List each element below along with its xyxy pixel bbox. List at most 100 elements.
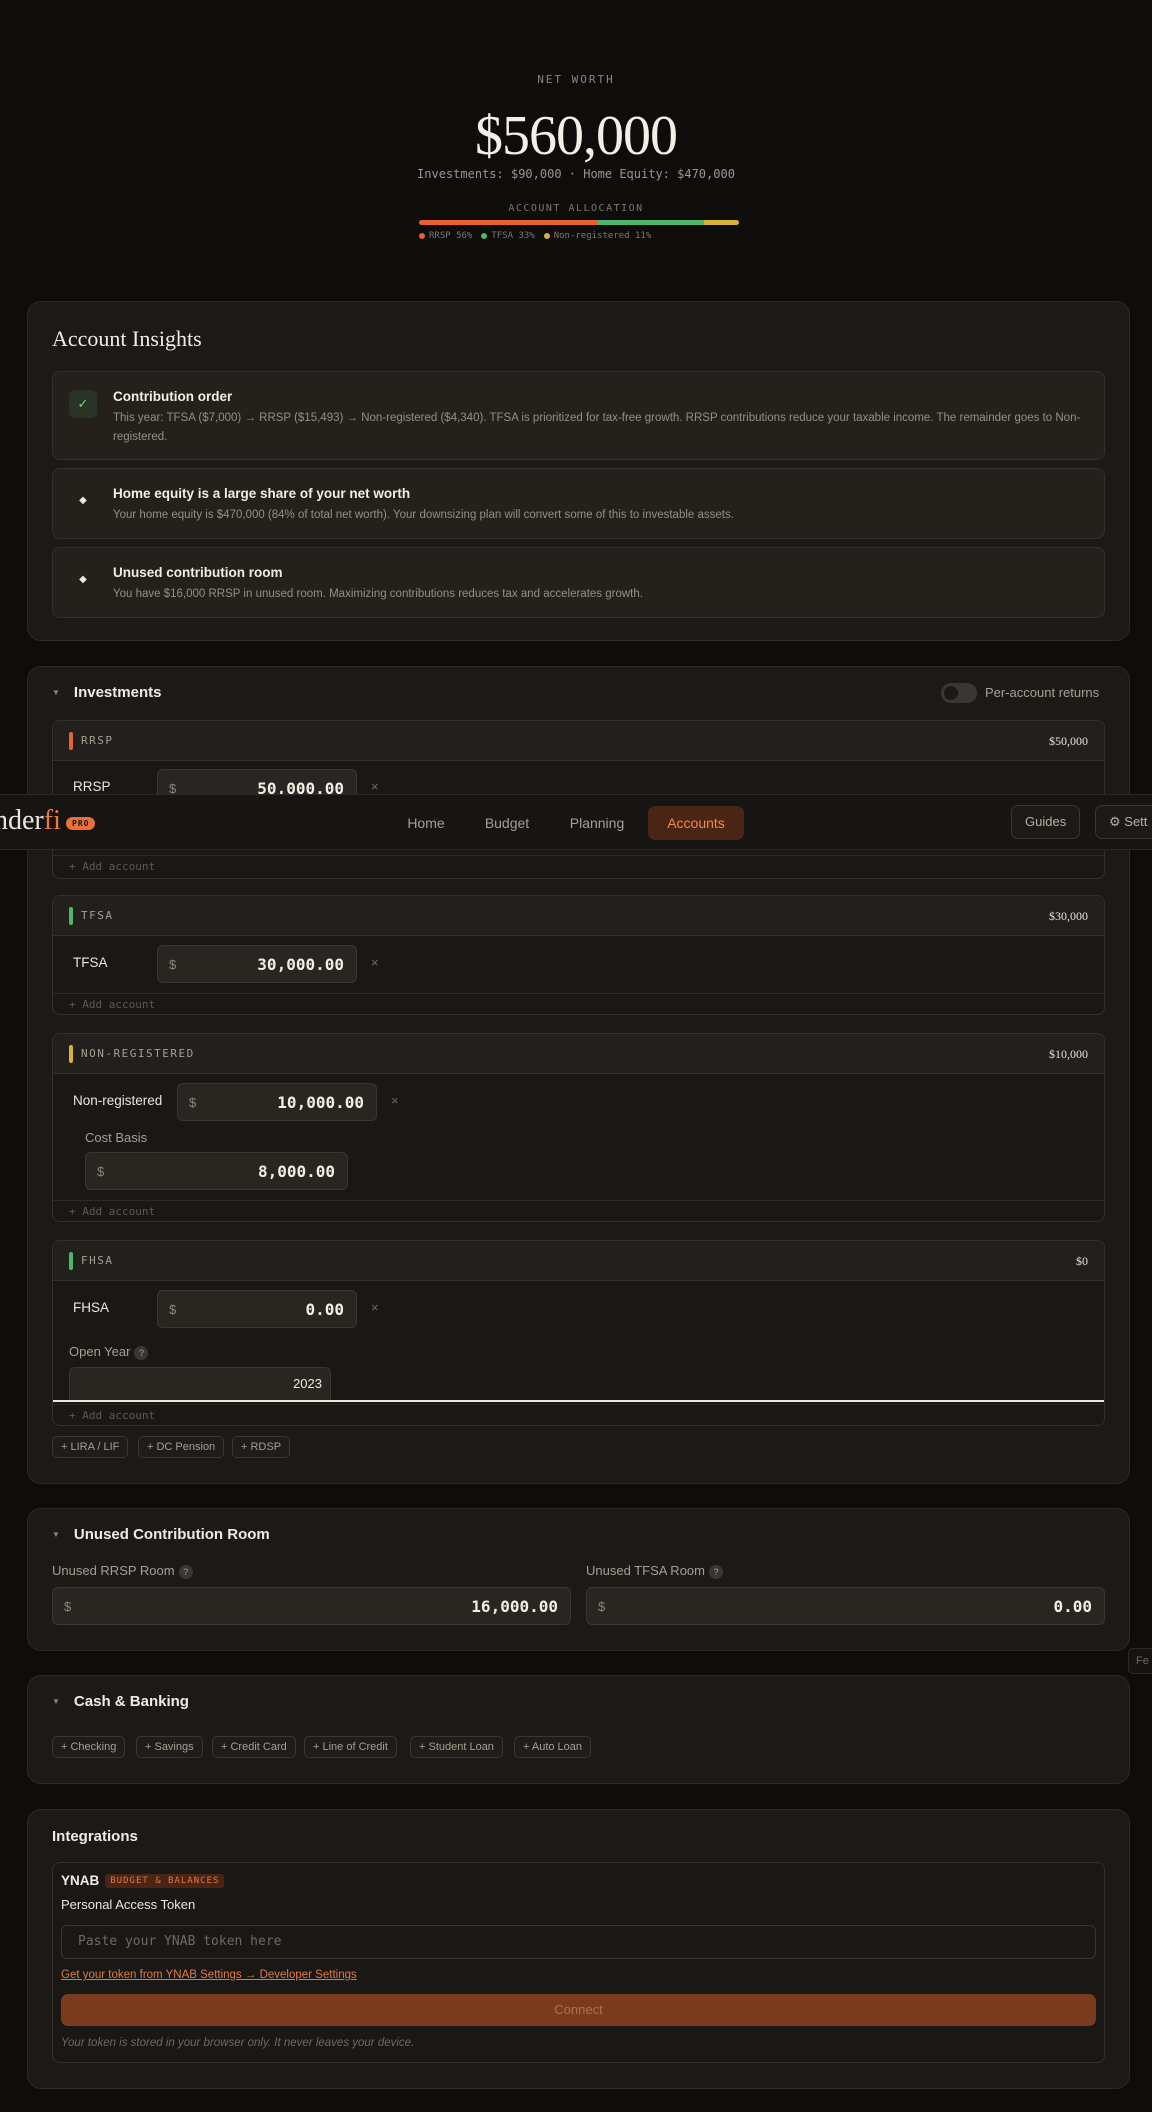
allocation-legend-item: TFSA 33% bbox=[481, 231, 535, 241]
settings-button[interactable]: ⚙ Sett bbox=[1095, 805, 1152, 839]
ynab-name: YNAB bbox=[61, 1873, 100, 1888]
open-year-label-row: Open Year? bbox=[69, 1344, 149, 1360]
add-checking-button[interactable]: + Checking bbox=[52, 1736, 126, 1758]
diamond-icon: ◆ bbox=[79, 495, 87, 506]
open-year-dropdown-edge bbox=[53, 1400, 1104, 1402]
insight-text: This year: TFSA ($7,000) → RRSP ($15,493… bbox=[113, 412, 1081, 443]
net-worth-breakdown: Investments: $90,000 · Home Equity: $470… bbox=[417, 167, 735, 181]
integrations-panel: Integrations YNAB BUDGET & BALANCES Perso… bbox=[27, 1809, 1130, 2089]
nav-planning[interactable]: Planning bbox=[560, 806, 634, 840]
insight-title: Contribution order bbox=[113, 389, 233, 404]
unused-room-header[interactable]: ▼ Unused Contribution Room bbox=[52, 1526, 270, 1544]
currency-symbol: $ bbox=[598, 1599, 606, 1614]
ynab-header: YNAB BUDGET & BALANCES bbox=[61, 1872, 225, 1890]
investments-title: Investments bbox=[73, 684, 162, 701]
insights-title: Account Insights bbox=[52, 326, 202, 351]
unused-room-title: Unused Contribution Room bbox=[73, 1526, 270, 1543]
net-worth-value: $560,000 bbox=[475, 105, 678, 167]
settings-label: Sett bbox=[1124, 814, 1148, 829]
nonreg-balance-input[interactable]: $ 10,000.00 bbox=[177, 1083, 377, 1121]
insight-card: ◆ Home equity is a large share of your n… bbox=[52, 468, 1105, 539]
nonreg-account-group: NON-REGISTERED $10,000 Non-registered $ … bbox=[52, 1033, 1105, 1222]
legend-label: TFSA 33% bbox=[491, 231, 535, 241]
chevron-down-icon[interactable]: ▼ bbox=[52, 1697, 60, 1706]
tfsa-balance-input[interactable]: $ 30,000.00 bbox=[157, 945, 357, 983]
add-student-loan-button[interactable]: + Student Loan bbox=[410, 1736, 503, 1758]
feedback-tab[interactable]: Fe bbox=[1128, 1648, 1152, 1674]
connect-button[interactable]: Connect bbox=[61, 1994, 1096, 2026]
app-logo[interactable]: nderfi bbox=[0, 805, 61, 837]
cash-banking-header[interactable]: ▼ Cash & Banking bbox=[52, 1693, 189, 1711]
unused-rrsp-label: Unused RRSP Room bbox=[52, 1563, 175, 1578]
net-worth-hero: NET WORTH $560,000 Investments: $90,000 … bbox=[0, 0, 1152, 290]
check-icon: ✓ bbox=[69, 390, 97, 418]
fhsa-header: FHSA $0 bbox=[53, 1241, 1104, 1281]
fhsa-account-group: FHSA $0 FHSA $ 0.00 × Open Year? 2023 + … bbox=[52, 1240, 1105, 1426]
remove-tfsa-icon[interactable]: × bbox=[371, 955, 379, 970]
allocation-legend: RRSP 56% TFSA 33% Non-registered 11% bbox=[419, 231, 651, 241]
nonreg-header: NON-REGISTERED $10,000 bbox=[53, 1034, 1104, 1074]
tfsa-balance-value: 30,000.00 bbox=[257, 955, 344, 974]
insight-text: Your home equity is $470,000 (84% of tot… bbox=[113, 509, 734, 521]
legend-dot-icon bbox=[419, 232, 425, 239]
add-line-of-credit-button[interactable]: + Line of Credit bbox=[304, 1736, 397, 1758]
top-nav-bar: nderfi PRO Home Budget Planning Accounts… bbox=[0, 794, 1152, 850]
token-label: Personal Access Token bbox=[61, 1897, 196, 1912]
add-rdsp-button[interactable]: + RDSP bbox=[232, 1436, 291, 1458]
help-icon[interactable]: ? bbox=[708, 1564, 723, 1579]
rrsp-color-stripe bbox=[69, 732, 73, 750]
help-icon[interactable]: ? bbox=[178, 1564, 193, 1579]
remove-rrsp-icon[interactable]: × bbox=[371, 779, 379, 794]
chevron-down-icon[interactable]: ▼ bbox=[52, 688, 60, 697]
chevron-down-icon[interactable]: ▼ bbox=[52, 1530, 60, 1539]
legend-dot-icon bbox=[543, 232, 550, 239]
unused-rrsp-value: 16,000.00 bbox=[471, 1597, 558, 1616]
unused-tfsa-input[interactable]: $ 0.00 bbox=[586, 1587, 1105, 1625]
open-year-input[interactable]: 2023 bbox=[69, 1367, 331, 1401]
nav-budget[interactable]: Budget bbox=[476, 806, 538, 840]
per-account-returns-toggle[interactable] bbox=[941, 683, 977, 703]
add-nonreg-account-button[interactable]: + Add account bbox=[53, 1200, 1104, 1221]
nonreg-color-stripe bbox=[69, 1045, 73, 1063]
add-savings-button[interactable]: + Savings bbox=[136, 1736, 203, 1758]
remove-nonreg-icon[interactable]: × bbox=[391, 1093, 399, 1108]
add-credit-card-button[interactable]: + Credit Card bbox=[212, 1736, 296, 1758]
token-storage-note: Your token is stored in your browser onl… bbox=[61, 2037, 415, 2049]
ynab-token-link[interactable]: Get your token from YNAB Settings → Deve… bbox=[61, 1969, 357, 1981]
add-tfsa-account-button[interactable]: + Add account bbox=[53, 993, 1104, 1014]
cost-basis-value: 8,000.00 bbox=[257, 1162, 335, 1181]
unused-rrsp-input[interactable]: $ 16,000.00 bbox=[52, 1587, 571, 1625]
fhsa-balance-input[interactable]: $ 0.00 bbox=[157, 1290, 357, 1328]
currency-symbol: $ bbox=[97, 1164, 105, 1179]
diamond-icon: ◆ bbox=[79, 574, 87, 585]
add-rrsp-account-button[interactable]: + Add account bbox=[53, 855, 1104, 877]
nav-home[interactable]: Home bbox=[396, 806, 456, 840]
unused-contribution-room-panel: ▼ Unused Contribution Room Unused RRSP Ro… bbox=[27, 1508, 1130, 1651]
investments-header[interactable]: ▼ Investments bbox=[52, 684, 161, 702]
nonreg-row-label: Non-registered bbox=[73, 1093, 163, 1108]
unused-tfsa-value: 0.00 bbox=[1053, 1597, 1092, 1616]
nav-accounts[interactable]: Accounts bbox=[648, 806, 744, 840]
fhsa-balance-value: 0.00 bbox=[305, 1300, 344, 1319]
ynab-token-input[interactable]: Paste your YNAB token here bbox=[61, 1925, 1096, 1959]
insight-card: ◆ Unused contribution room You have $16,… bbox=[52, 547, 1105, 618]
add-dc-pension-button[interactable]: + DC Pension bbox=[138, 1436, 225, 1458]
currency-symbol: $ bbox=[169, 1302, 177, 1317]
add-auto-loan-button[interactable]: + Auto Loan bbox=[514, 1736, 592, 1758]
legend-label: RRSP 56% bbox=[429, 231, 473, 241]
add-fhsa-account-button[interactable]: + Add account bbox=[53, 1404, 1104, 1425]
cost-basis-input[interactable]: $ 8,000.00 bbox=[85, 1152, 348, 1190]
remove-fhsa-icon[interactable]: × bbox=[371, 1300, 379, 1315]
allocation-segment bbox=[598, 220, 704, 225]
rrsp-total: $50,000 bbox=[1049, 734, 1088, 748]
add-lira-lif-button[interactable]: + LIRA / LIF bbox=[52, 1436, 129, 1458]
help-icon[interactable]: ? bbox=[134, 1345, 149, 1360]
rrsp-header-label: RRSP bbox=[81, 734, 114, 747]
allocation-legend-item: Non-registered 11% bbox=[543, 231, 652, 241]
guides-button[interactable]: Guides bbox=[1011, 805, 1081, 839]
allocation-label: ACCOUNT ALLOCATION bbox=[508, 203, 644, 214]
legend-label: Non-registered 11% bbox=[553, 231, 652, 241]
nonreg-total: $10,000 bbox=[1049, 1047, 1088, 1061]
nonreg-header-label: NON-REGISTERED bbox=[81, 1047, 195, 1060]
tfsa-total: $30,000 bbox=[1049, 909, 1088, 923]
